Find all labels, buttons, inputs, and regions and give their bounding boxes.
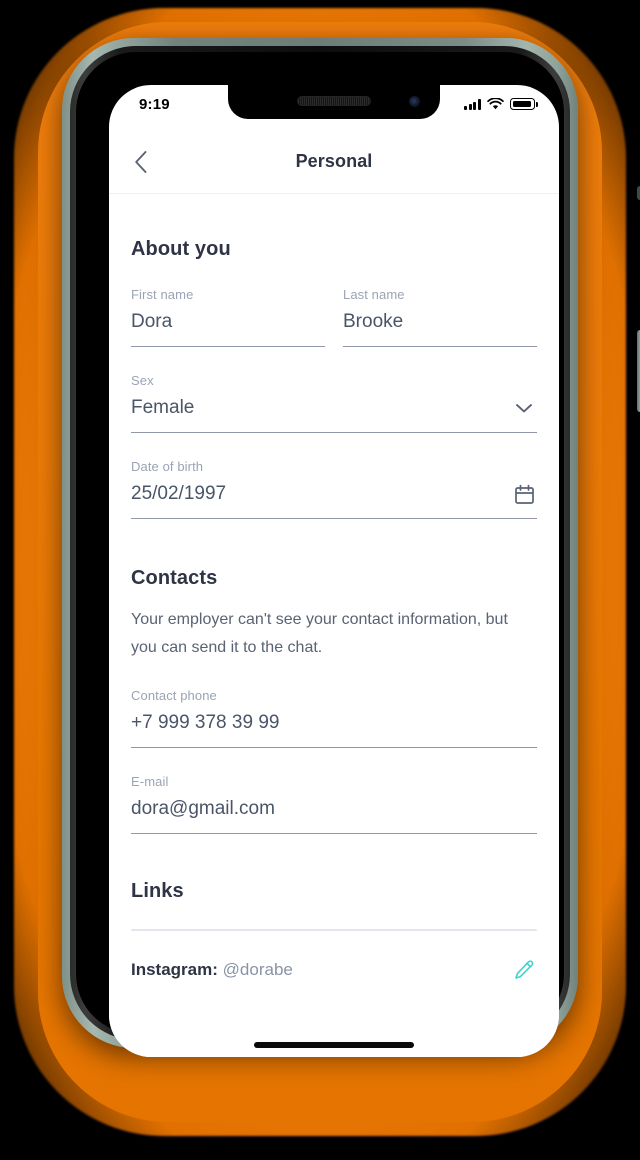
chevron-down-icon <box>516 404 532 413</box>
field-last-name[interactable]: Last name Brooke <box>343 287 537 347</box>
field-underline <box>131 518 537 519</box>
contacts-description: Your employer can't see your contact inf… <box>131 611 508 656</box>
link-item-instagram[interactable]: Instagram: @dorabe <box>131 957 537 983</box>
sex-dropdown-button[interactable] <box>511 395 537 421</box>
form-content: About you First name Dora Last name Broo… <box>109 194 559 1057</box>
display-notch <box>228 85 440 119</box>
field-underline <box>131 747 537 748</box>
battery-full-icon <box>510 98 538 110</box>
calendar-icon <box>514 484 534 504</box>
section-title-links: Links <box>131 880 184 902</box>
field-underline <box>131 346 325 347</box>
name-fields-row: First name Dora Last name Brooke <box>131 287 537 347</box>
edit-instagram-button[interactable] <box>511 957 537 983</box>
field-label-first-name: First name <box>131 287 194 302</box>
page-title: Personal <box>295 150 373 171</box>
field-first-name[interactable]: First name Dora <box>131 287 325 347</box>
phone-bezel: 9:19 Personal About you First name Dora … <box>70 46 570 1057</box>
link-network-name: Instagram: <box>131 960 218 979</box>
field-underline <box>131 833 537 834</box>
field-value-email: dora@gmail.com <box>131 798 275 819</box>
field-date-of-birth[interactable]: Date of birth 25/02/1997 <box>131 459 537 519</box>
pencil-edit-icon <box>515 960 534 979</box>
field-value-last-name: Brooke <box>343 311 404 332</box>
navigation-bar: Personal <box>109 129 559 194</box>
wifi-icon <box>487 98 504 110</box>
phone-screen: 9:19 Personal About you First name Dora … <box>109 85 559 1057</box>
front-camera-icon <box>409 96 420 107</box>
field-label-last-name: Last name <box>343 287 405 302</box>
link-handle: @dorabe <box>222 960 293 979</box>
field-sex[interactable]: Sex Female <box>131 373 537 433</box>
phone-device: 9:19 Personal About you First name Dora … <box>62 38 640 1057</box>
field-value-contact-phone: +7 999 378 39 99 <box>131 712 280 733</box>
field-label-contact-phone: Contact phone <box>131 688 217 703</box>
earpiece-speaker-icon <box>297 96 371 106</box>
field-underline <box>343 346 537 347</box>
home-indicator-bar[interactable] <box>254 1042 414 1048</box>
links-divider <box>131 929 537 931</box>
field-label-date-of-birth: Date of birth <box>131 459 204 474</box>
cellular-signal-icon <box>464 99 481 110</box>
field-email[interactable]: E-mail dora@gmail.com <box>131 774 537 834</box>
field-value-first-name: Dora <box>131 311 173 332</box>
status-time: 9:19 <box>139 96 170 113</box>
field-label-email: E-mail <box>131 774 169 789</box>
section-title-about: About you <box>131 238 231 260</box>
status-icons <box>464 98 538 110</box>
date-picker-button[interactable] <box>511 481 537 507</box>
field-underline <box>131 432 537 433</box>
field-label-sex: Sex <box>131 373 154 388</box>
field-value-date-of-birth: 25/02/1997 <box>131 483 227 504</box>
phone-bezel-inner: 9:19 Personal About you First name Dora … <box>76 52 564 1057</box>
field-contact-phone[interactable]: Contact phone +7 999 378 39 99 <box>131 688 537 748</box>
link-label-group: Instagram: @dorabe <box>131 960 293 980</box>
section-title-contacts: Contacts <box>131 567 218 589</box>
field-value-sex: Female <box>131 397 195 418</box>
